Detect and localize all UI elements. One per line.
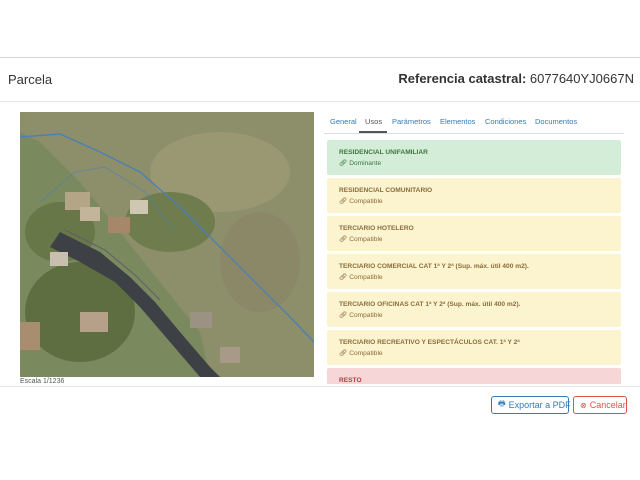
- close-circle-icon: ⊗: [580, 400, 587, 410]
- use-name: RESIDENCIAL COMUNITARIO: [339, 187, 433, 194]
- cadastral-reference-value: 6077640YJ0667N: [529, 71, 634, 86]
- use-status: 🔗︎ Compatible: [339, 273, 621, 281]
- uses-list[interactable]: RESIDENCIAL UNIFAMILIAR 🔗︎ Dominante RES…: [327, 140, 621, 384]
- page-top-blank: [0, 0, 640, 57]
- use-item: TERCIARIO OFICINAS CAT 1ª Y 2ª (Sup. máx…: [327, 292, 621, 327]
- footer-divider: [0, 386, 640, 387]
- use-status: 🔗︎ Dominante: [339, 159, 621, 167]
- modal-header: Parcela Referencia catastral: 6077640YJ0…: [0, 58, 640, 102]
- link-icon: 🔗︎: [339, 236, 348, 243]
- export-pdf-label: Exportar a PDF: [508, 400, 571, 410]
- cadastral-reference: Referencia catastral: 6077640YJ0667N: [398, 71, 634, 86]
- active-tab-indicator: [359, 131, 387, 133]
- use-name: TERCIARIO OFICINAS CAT 1ª Y 2ª (Sup. máx…: [339, 301, 521, 308]
- use-name: TERCIARIO COMERCIAL CAT 1ª Y 2ª (Sup. má…: [339, 263, 529, 270]
- use-status-label: Dominante: [349, 160, 382, 167]
- cancel-button[interactable]: ⊗ Cancelar: [573, 396, 627, 414]
- use-status-label: Compatible: [349, 350, 383, 357]
- cancel-label: Cancelar: [589, 400, 626, 410]
- aerial-map[interactable]: [20, 112, 314, 377]
- tab-usos[interactable]: Usos: [365, 117, 382, 126]
- link-icon: 🔗︎: [339, 312, 348, 319]
- use-status: 🔗︎ Compatible: [339, 235, 621, 243]
- use-status: 🔗︎ Compatible: [339, 311, 621, 319]
- tab-documentos[interactable]: Documentos: [535, 117, 577, 126]
- link-icon: 🔗︎: [339, 160, 348, 167]
- use-item: RESTO: [327, 368, 621, 384]
- tab-parametros[interactable]: Parámetros: [392, 117, 431, 126]
- use-name: RESTO: [339, 377, 362, 384]
- map-scale: Escala 1/1236: [20, 378, 65, 385]
- link-icon: 🔗︎: [339, 274, 348, 281]
- tab-elementos[interactable]: Elementos: [440, 117, 475, 126]
- use-item: RESIDENCIAL UNIFAMILIAR 🔗︎ Dominante: [327, 140, 621, 175]
- link-icon: 🔗︎: [339, 198, 348, 205]
- aerial-map-image: [20, 112, 314, 377]
- use-item: TERCIARIO HOTELERO 🔗︎ Compatible: [327, 216, 621, 251]
- tab-general[interactable]: General: [330, 117, 357, 126]
- print-icon: 🖶︎: [498, 399, 506, 408]
- use-status-label: Compatible: [349, 236, 383, 243]
- use-status: 🔗︎ Compatible: [339, 349, 621, 357]
- use-item: TERCIARIO RECREATIVO Y ESPECTÁCULOS CAT.…: [327, 330, 621, 365]
- link-icon: 🔗︎: [339, 350, 348, 357]
- use-status-label: Compatible: [349, 312, 383, 319]
- use-name: RESIDENCIAL UNIFAMILIAR: [339, 149, 428, 156]
- use-name: TERCIARIO HOTELERO: [339, 225, 414, 232]
- use-item: TERCIARIO COMERCIAL CAT 1ª Y 2ª (Sup. má…: [327, 254, 621, 289]
- use-item: RESIDENCIAL COMUNITARIO 🔗︎ Compatible: [327, 178, 621, 213]
- modal-title: Parcela: [8, 72, 53, 87]
- use-status-label: Compatible: [349, 274, 383, 281]
- cadastral-reference-label: Referencia catastral:: [398, 71, 527, 86]
- tab-condiciones[interactable]: Condiciones: [485, 117, 526, 126]
- export-pdf-button[interactable]: 🖶︎ Exportar a PDF: [491, 396, 571, 414]
- use-name: TERCIARIO RECREATIVO Y ESPECTÁCULOS CAT.…: [339, 339, 520, 346]
- use-status: 🔗︎ Compatible: [339, 197, 621, 205]
- use-status-label: Compatible: [349, 198, 383, 205]
